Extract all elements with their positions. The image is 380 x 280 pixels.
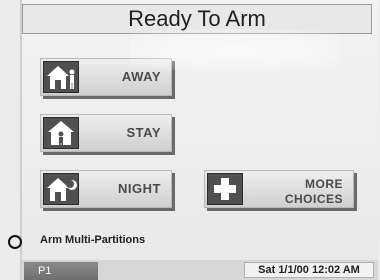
arm-multi-partitions-label: Arm Multi-Partitions [40,234,146,246]
plus-icon [207,173,243,205]
more-choices-line2: CHOICES [284,192,343,206]
more-choices-line1: MORE [305,177,343,191]
more-choices-label: MORE CHOICES [285,177,343,207]
partition-tab[interactable]: P1 [24,262,98,280]
page-title: Ready To Arm [22,4,372,34]
arm-stay-button[interactable]: STAY [40,114,172,152]
arm-multi-partitions-radio[interactable] [8,235,22,249]
house-person-stay-icon [43,117,79,149]
date-time-display: Sat 1/1/00 12:02 AM [244,262,374,278]
house-person-away-icon [43,61,79,93]
arm-stay-label: STAY [126,125,161,140]
house-moon-night-icon [43,173,79,205]
arm-night-button[interactable]: NIGHT [40,170,172,208]
more-choices-button[interactable]: MORE CHOICES [204,170,354,208]
arm-night-label: NIGHT [118,181,161,196]
arm-away-button[interactable]: AWAY [40,58,172,96]
arm-away-label: AWAY [121,69,161,84]
keypad-screen: Ready To Arm AWAY STAY NIGHT MORE CHOICE… [0,0,380,280]
